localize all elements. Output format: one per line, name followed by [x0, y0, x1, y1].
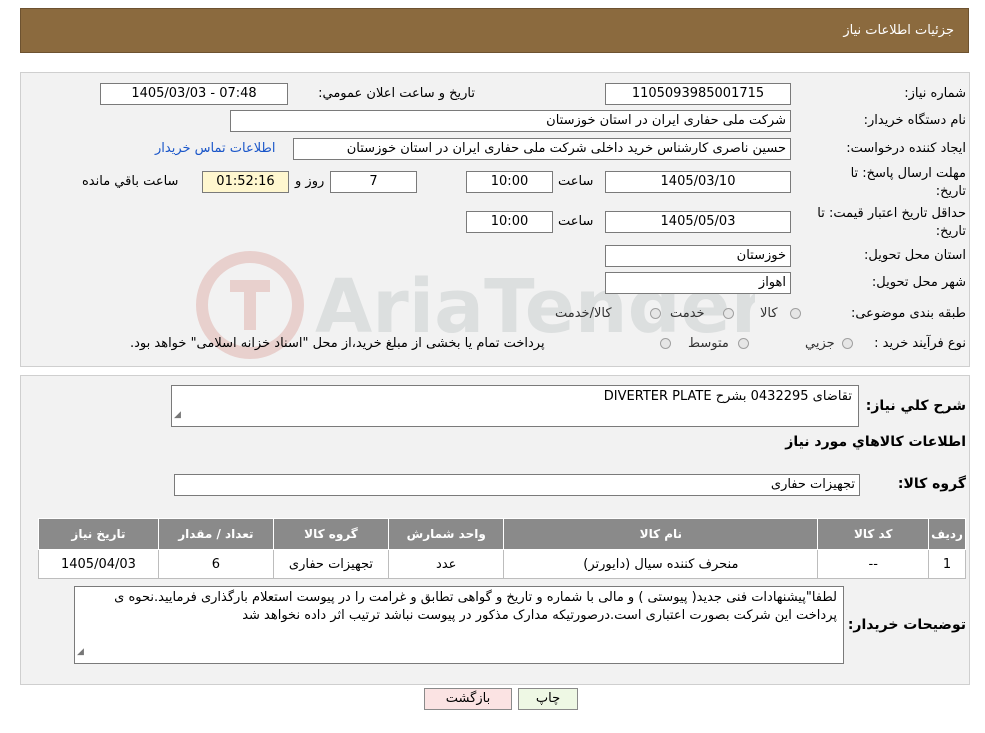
col-row: رديف — [928, 518, 966, 550]
city-field: اهواز — [605, 272, 791, 294]
process-option-minor: جزيي — [805, 336, 835, 351]
cell-group: تجهیزات حفاری — [272, 549, 390, 579]
announce-field: 1405/03/03 - 07:48 — [100, 83, 288, 105]
col-name: نام کالا — [503, 518, 819, 550]
goods-group-label: گروه کالا: — [897, 476, 966, 492]
cell-row: 1 — [928, 549, 966, 579]
category-option-goods-service: کالا/خدمت — [555, 306, 612, 321]
cell-quantity: 6 — [157, 549, 274, 579]
buyer-notes-text: لطفا"پیشنهادات فنی جدید( پیوستی ) و مالی… — [114, 590, 837, 623]
process-note: پرداخت تمام يا بخشی از مبلغ خريد،از محل … — [130, 336, 545, 351]
validity-time-field: 10:00 — [466, 211, 553, 233]
cell-code: -- — [817, 549, 930, 579]
summary-text: تقاضای 0432295 بشرح DIVERTER PLATE — [603, 389, 852, 404]
table-header-row: رديف کد کالا نام کالا واحد شمارش گروه کا… — [38, 518, 966, 550]
table-row: 1 -- منحرف کننده سیال (دایورتر) عدد تجهی… — [38, 549, 966, 579]
goods-group-field: تجهیزات حفاری — [174, 474, 860, 496]
validity-time-label: ساعت — [558, 214, 594, 229]
province-label: استان محل تحويل: — [864, 248, 966, 263]
col-quantity: تعداد / مقدار — [157, 518, 274, 550]
remaining-time-label: ساعت باقي مانده — [82, 174, 179, 189]
deadline-date-field: 1405/03/10 — [605, 171, 791, 193]
process-radio-minor[interactable] — [842, 338, 853, 349]
page-title: جزئیات اطلاعات نیاز — [843, 23, 954, 38]
col-code: کد کالا — [817, 518, 930, 550]
page-header: جزئیات اطلاعات نیاز — [20, 8, 969, 53]
announce-label: تاریخ و ساعت اعلان عمومي: — [318, 86, 475, 101]
validity-label: حداقل تاريخ اعتبار قيمت: تا — [817, 206, 966, 221]
buyer-contact-link[interactable]: اطلاعات تماس خريدار — [155, 141, 275, 156]
validity-date-field: 1405/05/03 — [605, 211, 791, 233]
category-radio-service[interactable] — [723, 308, 734, 319]
cell-date: 1405/04/03 — [38, 549, 159, 579]
process-label: نوع فرآيند خريد : — [874, 336, 966, 351]
category-radio-goods[interactable] — [790, 308, 801, 319]
validity-label-date: تاريخ: — [935, 224, 966, 239]
buyer-notes-textarea[interactable]: لطفا"پیشنهادات فنی جدید( پیوستی ) و مالی… — [74, 586, 844, 664]
deadline-label: مهلت ارسال پاسخ: تا — [850, 166, 966, 181]
resize-grip-icon: ◢ — [174, 410, 181, 420]
goods-info-title: اطلاعات کالاهاي مورد نياز — [785, 434, 966, 450]
print-button[interactable]: چاپ — [518, 688, 578, 710]
buyer-org-field: شرکت ملی حفاری ایران در استان خوزستان — [230, 110, 791, 132]
need-number-field: 1105093985001715 — [605, 83, 791, 105]
process-option-medium: متوسط — [688, 336, 729, 351]
days-field: 7 — [330, 171, 417, 193]
deadline-time-field: 10:00 — [466, 171, 553, 193]
remaining-time-field: 01:52:16 — [202, 171, 289, 193]
col-unit: واحد شمارش — [388, 518, 505, 550]
category-radio-goods-service[interactable] — [650, 308, 661, 319]
category-label: طبقه بندی موضوعی: — [850, 306, 966, 321]
category-option-service: خدمت — [670, 306, 705, 321]
col-group: گروه کالا — [272, 518, 390, 550]
summary-textarea[interactable]: تقاضای 0432295 بشرح DIVERTER PLATE ◢ — [171, 385, 859, 427]
process-radio-treasury[interactable] — [660, 338, 671, 349]
resize-grip-icon: ◢ — [77, 647, 84, 657]
cell-name: منحرف کننده سیال (دایورتر) — [503, 549, 819, 579]
col-date: تاريخ نياز — [38, 518, 159, 550]
deadline-label-date: تاریخ: — [935, 184, 966, 199]
need-number-label: شماره نیاز: — [904, 86, 966, 101]
category-option-goods: کالا — [760, 306, 778, 321]
process-radio-medium[interactable] — [738, 338, 749, 349]
requester-label: ايجاد کننده درخواست: — [846, 141, 966, 156]
buyer-notes-label: توضیحات خریدار: — [847, 617, 966, 633]
cell-unit: عدد — [388, 549, 505, 579]
deadline-time-label: ساعت — [558, 174, 594, 189]
city-label: شهر محل تحويل: — [871, 275, 966, 290]
items-table: رديف کد کالا نام کالا واحد شمارش گروه کا… — [38, 518, 966, 579]
requester-field: حسین ناصری کارشناس خرید داخلی شرکت ملی ح… — [293, 138, 791, 160]
buyer-org-label: نام دستگاه خريدار: — [863, 113, 966, 128]
province-field: خوزستان — [605, 245, 791, 267]
back-button[interactable]: بازگشت — [424, 688, 512, 710]
days-label: روز و — [295, 174, 325, 189]
summary-label: شرح کلي نياز: — [865, 398, 966, 414]
